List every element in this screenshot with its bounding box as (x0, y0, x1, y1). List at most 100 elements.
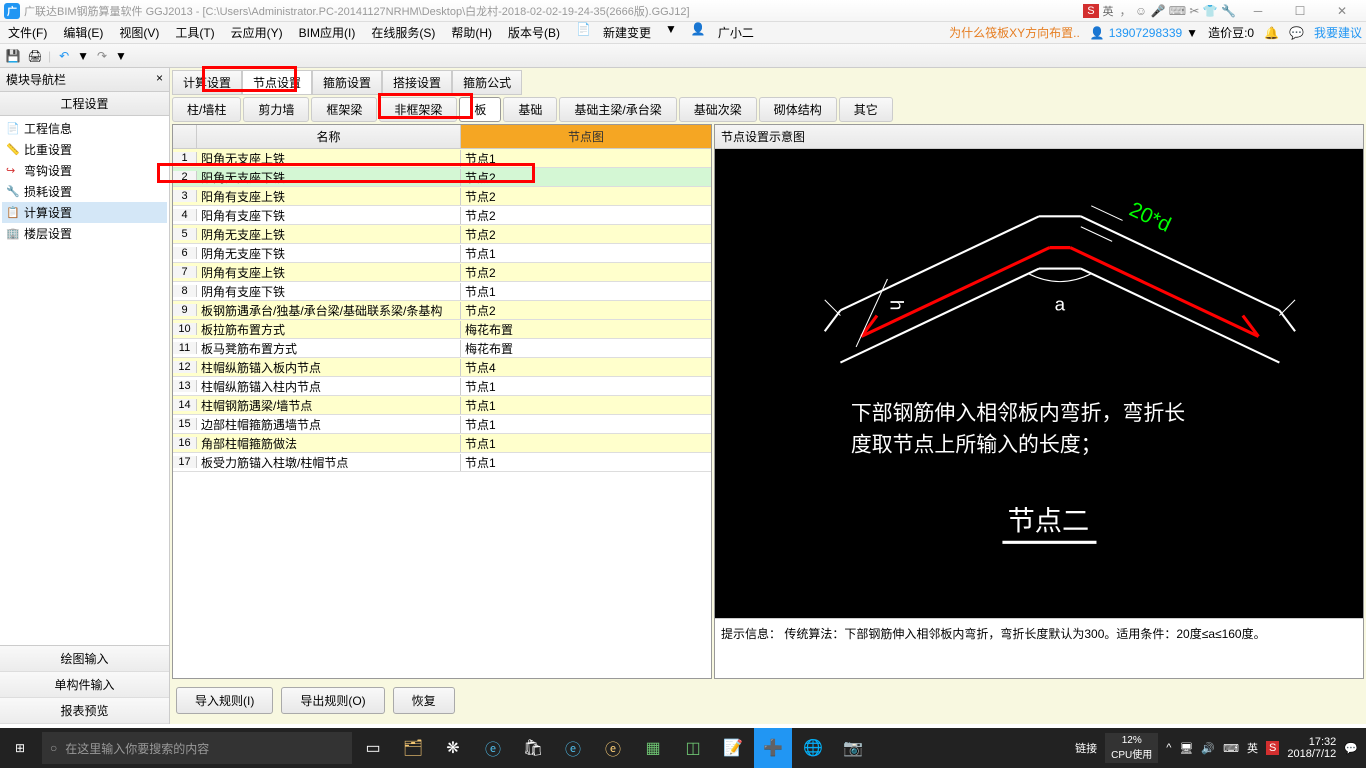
ime-icons[interactable]: ， ☺ 🎤 ⌨ ✂ 👕 🔧 (1120, 2, 1236, 19)
row-node[interactable]: 节点1 (461, 283, 711, 300)
sidebar-btn-report[interactable]: 报表预览 (0, 698, 169, 724)
row-node[interactable]: 节点2 (461, 264, 711, 281)
redo-icon[interactable]: ↷ (93, 47, 111, 65)
tray-monitor-icon[interactable]: 🖥 (1179, 742, 1193, 755)
row-node[interactable]: 节点4 (461, 359, 711, 376)
chat-icon[interactable]: 💬 (1289, 26, 1304, 40)
menu-view[interactable]: 视图(V) (115, 22, 163, 43)
sidebar-btn-single[interactable]: 单构件输入 (0, 672, 169, 698)
print-icon[interactable]: 🖨 (26, 47, 44, 65)
search-box[interactable]: ○ 在这里输入你要搜索的内容 (42, 732, 352, 764)
table-row[interactable]: 17板受力筋锚入柱墩/柱帽节点节点1 (173, 453, 711, 472)
ime-lang[interactable]: 英 (1103, 3, 1114, 19)
menu-file[interactable]: 文件(F) (4, 22, 51, 43)
user-small[interactable]: 广小二 (714, 22, 758, 43)
tree-item-floor[interactable]: 🏢楼层设置 (2, 223, 167, 244)
table-row[interactable]: 14柱帽钢筋遇梁/墙节点节点1 (173, 396, 711, 415)
table-row[interactable]: 6阴角无支座下铁节点1 (173, 244, 711, 263)
task-view-icon[interactable]: ▭ (354, 728, 392, 768)
tab-shearwall[interactable]: 剪力墙 (243, 97, 309, 122)
row-node[interactable]: 节点1 (461, 245, 711, 262)
menu-new-change[interactable]: 新建变更 (599, 22, 655, 43)
export-button[interactable]: 导出规则(O) (281, 687, 384, 714)
ie-icon[interactable]: ⓔ (474, 728, 512, 768)
row-node[interactable]: 节点1 (461, 435, 711, 452)
menu-tools[interactable]: 工具(T) (171, 22, 218, 43)
maximize-button[interactable]: ☐ (1280, 1, 1320, 21)
minimize-button[interactable]: ─ (1238, 1, 1278, 21)
row-node[interactable]: 节点1 (461, 416, 711, 433)
bell-icon[interactable]: 🔔 (1264, 26, 1279, 40)
menu-help[interactable]: 帮助(H) (447, 22, 496, 43)
tree-item-weight[interactable]: 📏比重设置 (2, 139, 167, 160)
menu-online[interactable]: 在线服务(S) (367, 22, 439, 43)
tab-foundation-sub[interactable]: 基础次梁 (679, 97, 757, 122)
sidebar-close-icon[interactable]: × (156, 71, 163, 88)
ie2-icon[interactable]: ⓔ (594, 728, 632, 768)
undo-icon[interactable]: ↶ (55, 47, 73, 65)
table-row[interactable]: 5阴角无支座上铁节点2 (173, 225, 711, 244)
tray-ime[interactable]: S (1266, 741, 1279, 755)
app-icon-6[interactable]: 🌐 (794, 728, 832, 768)
tab-other[interactable]: 其它 (839, 97, 893, 122)
menu-edit[interactable]: 编辑(E) (59, 22, 107, 43)
tab-foundation-beam[interactable]: 基础主梁/承台梁 (559, 97, 676, 122)
row-node[interactable]: 节点2 (461, 207, 711, 224)
tab-lap-settings[interactable]: 搭接设置 (382, 70, 452, 95)
table-row[interactable]: 11板马凳筋布置方式梅花布置 (173, 339, 711, 358)
menu-bim[interactable]: BIM应用(I) (295, 22, 360, 43)
row-node[interactable]: 节点1 (461, 397, 711, 414)
link-text[interactable]: 链接 (1075, 740, 1097, 756)
edge-icon[interactable]: ⓔ (554, 728, 592, 768)
ime-indicator[interactable]: S (1083, 4, 1098, 18)
notice-link[interactable]: 为什么筏板XY方向布置.. (949, 24, 1080, 41)
tab-stirrup-settings[interactable]: 箍筋设置 (312, 70, 382, 95)
start-button[interactable]: ⊞ (0, 728, 40, 768)
save-icon[interactable]: 💾 (4, 47, 22, 65)
new-change-icon[interactable]: 📄 (576, 22, 591, 43)
row-node[interactable]: 节点2 (461, 188, 711, 205)
tree-item-calc[interactable]: 📋计算设置 (2, 202, 167, 223)
table-row[interactable]: 4阳角有支座下铁节点2 (173, 206, 711, 225)
table-row[interactable]: 13柱帽纵筋锚入柱内节点节点1 (173, 377, 711, 396)
notification-icon[interactable]: 💬 (1344, 742, 1358, 755)
tray-up-icon[interactable]: ^ (1166, 742, 1171, 754)
tab-foundation[interactable]: 基础 (503, 97, 557, 122)
row-node[interactable]: 梅花布置 (461, 321, 711, 338)
table-row[interactable]: 12柱帽纵筋锚入板内节点节点4 (173, 358, 711, 377)
tree-item-project-info[interactable]: 📄工程信息 (2, 118, 167, 139)
row-node[interactable]: 节点2 (461, 226, 711, 243)
clock[interactable]: 17:32 2018/7/12 (1287, 736, 1336, 760)
restore-button[interactable]: 恢复 (393, 687, 455, 714)
row-node[interactable]: 节点2 (461, 302, 711, 319)
tab-stirrup-formula[interactable]: 箍筋公式 (452, 70, 522, 95)
phone-number[interactable]: 13907298339 (1109, 26, 1182, 40)
table-row[interactable]: 16角部柱帽箍筋做法节点1 (173, 434, 711, 453)
explorer-icon[interactable]: 🗂 (394, 728, 432, 768)
app-icon-3[interactable]: ◫ (674, 728, 712, 768)
tree-item-loss[interactable]: 🔧损耗设置 (2, 181, 167, 202)
close-button[interactable]: ✕ (1322, 1, 1362, 21)
table-row[interactable]: 9板钢筋遇承台/独基/承台梁/基础联系梁/条基构节点2 (173, 301, 711, 320)
table-row[interactable]: 8阴角有支座下铁节点1 (173, 282, 711, 301)
table-row[interactable]: 7阴角有支座上铁节点2 (173, 263, 711, 282)
tray-sound-icon[interactable]: 🔊 (1201, 742, 1215, 755)
app-icon-1[interactable]: ❋ (434, 728, 472, 768)
tree-item-hook[interactable]: ↪弯钩设置 (2, 160, 167, 181)
app-icon-5[interactable]: ➕ (754, 728, 792, 768)
row-node[interactable]: 梅花布置 (461, 340, 711, 357)
table-row[interactable]: 10板拉筋布置方式梅花布置 (173, 320, 711, 339)
store-icon[interactable]: 🛍 (514, 728, 552, 768)
tray-kb-icon[interactable]: ⌨ (1223, 742, 1239, 755)
row-node[interactable]: 节点1 (461, 454, 711, 471)
tab-frame-beam[interactable]: 框架梁 (311, 97, 377, 122)
tray-lang[interactable]: 英 (1247, 740, 1258, 756)
table-row[interactable]: 3阳角有支座上铁节点2 (173, 187, 711, 206)
app-icon-7[interactable]: 📷 (834, 728, 872, 768)
menu-version[interactable]: 版本号(B) (504, 22, 564, 43)
cpu-meter[interactable]: 12% CPU使用 (1105, 733, 1158, 763)
menu-cloud[interactable]: 云应用(Y) (227, 22, 287, 43)
import-button[interactable]: 导入规则(I) (176, 687, 273, 714)
table-row[interactable]: 15边部柱帽箍筋遇墙节点节点1 (173, 415, 711, 434)
tab-column[interactable]: 柱/墙柱 (172, 97, 241, 122)
